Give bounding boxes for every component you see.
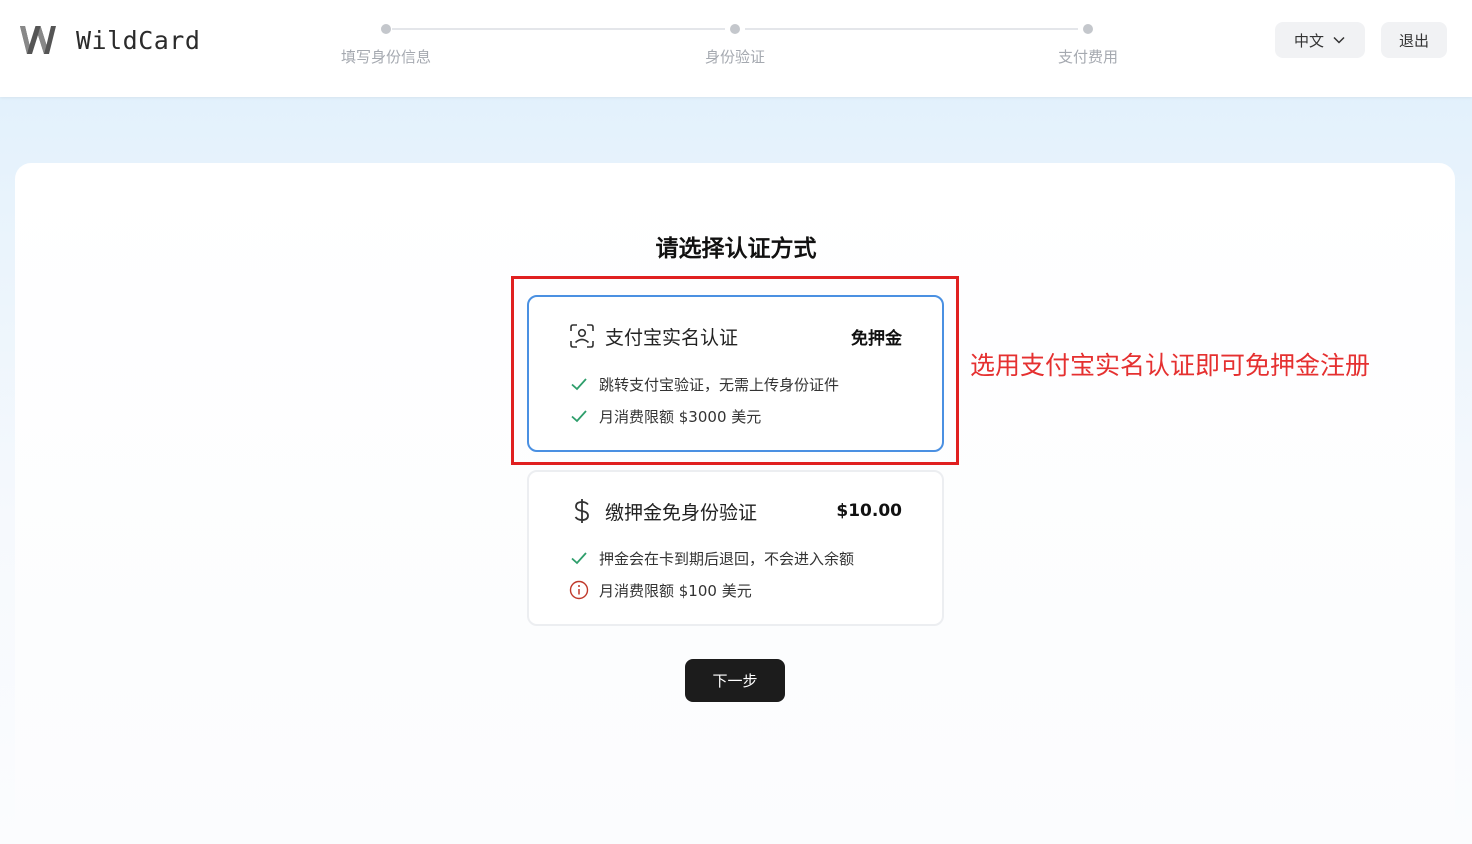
option-title: 支付宝实名认证 [605,326,739,349]
progress-stepper: 填写身份信息 身份验证 支付费用 [330,18,1150,78]
step-label: 填写身份信息 [340,48,431,66]
logo-text: WildCard [76,25,201,55]
step-dot [381,24,391,34]
option-deposit-verification[interactable]: 缴押金免身份验证 $10.00 押金会在卡到期后退回，不会进入余额 月消费限额 … [527,470,944,626]
step-dot [1083,24,1093,34]
feature-item: 月消费限额 $3000 美元 [569,405,922,427]
face-scan-icon [569,323,595,349]
step-dot [730,24,740,34]
page-title: 请选择认证方式 [655,236,817,262]
feature-item: 跳转支付宝验证，无需上传身份证件 [569,373,922,395]
feature-item: 月消费限额 $100 美元 [569,579,922,601]
option-price: $10.00 [836,501,902,521]
check-icon [569,406,589,426]
language-label: 中文 [1293,31,1324,50]
dollar-icon [569,498,595,524]
top-header: WildCard 填写身份信息 身份验证 支付费用 中文 退出 [0,0,1472,97]
annotation-text: 选用支付宝实名认证即可免押金注册 [970,351,1371,380]
option-alipay-verification[interactable]: 支付宝实名认证 免押金 跳转支付宝验证，无需上传身份证件 月消费限额 $3000… [527,295,944,452]
language-select[interactable]: 中文 [1275,22,1365,58]
feature-text: 月消费限额 $3000 美元 [599,407,762,426]
option-title: 缴押金免身份验证 [605,501,758,524]
step-identity-verify: 身份验证 [665,18,805,67]
check-icon [569,548,589,568]
step-pay-fee: 支付费用 [1018,18,1158,67]
info-icon [569,580,589,600]
logo[interactable]: WildCard [18,22,200,58]
step-label: 支付费用 [1057,48,1118,66]
wildcard-logo-icon [20,26,56,54]
option-header: 支付宝实名认证 免押金 [569,322,902,350]
chevron-down-icon [1333,36,1345,44]
check-icon [569,374,589,394]
feature-text: 月消费限额 $100 美元 [599,581,752,600]
feature-item: 押金会在卡到期后退回，不会进入余额 [569,547,922,569]
step-fill-info: 填写身份信息 [316,18,456,67]
logout-button[interactable]: 退出 [1381,22,1447,58]
option-badge: 免押金 [851,328,902,349]
option-header: 缴押金免身份验证 $10.00 [569,497,902,525]
feature-text: 押金会在卡到期后退回，不会进入余额 [599,549,855,568]
step-label: 身份验证 [704,48,765,66]
next-step-button[interactable]: 下一步 [685,659,785,702]
feature-text: 跳转支付宝验证，无需上传身份证件 [599,375,840,394]
